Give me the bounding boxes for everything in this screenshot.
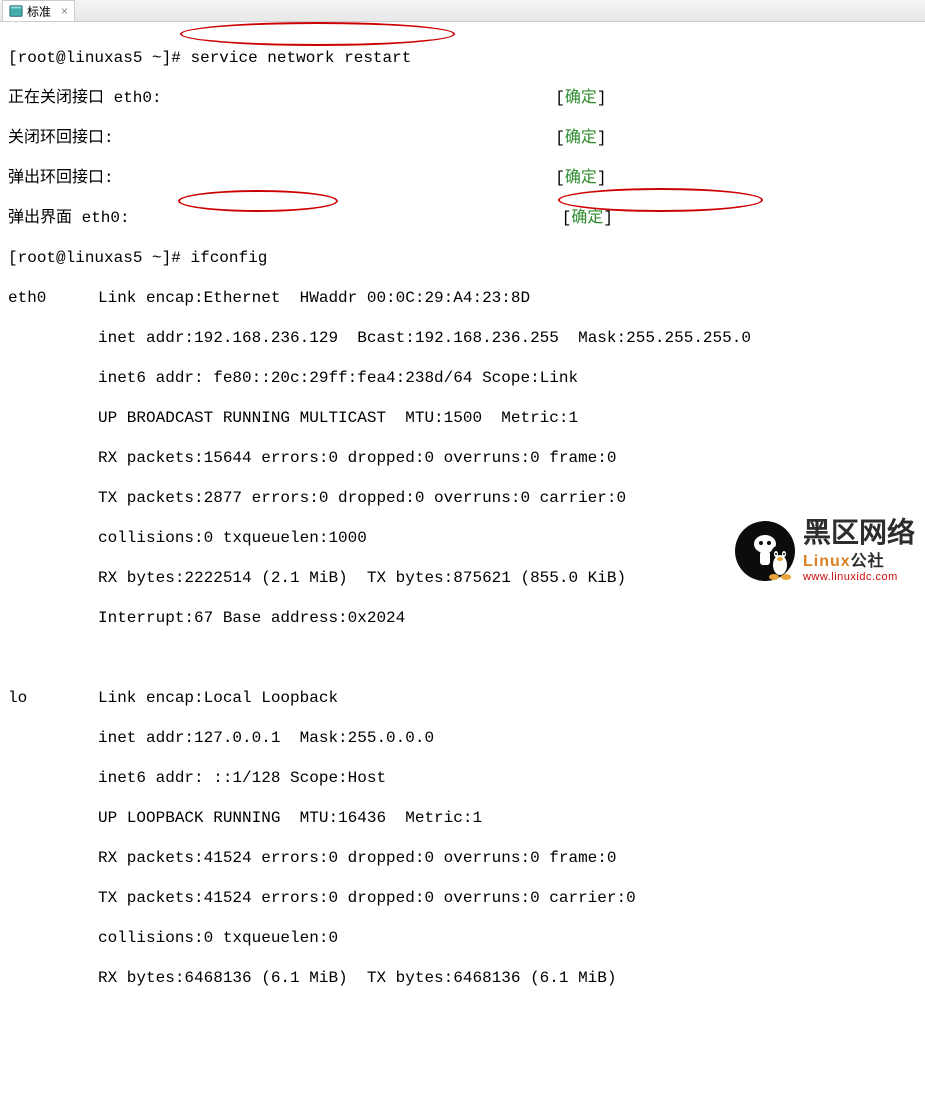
- restart-out-3: 弹出环回接口: [确定]: [8, 168, 917, 188]
- prompt-line-2: [root@linuxas5 ~]# ifconfig: [8, 248, 917, 268]
- lo-collisions: collisions:0 txqueuelen:0: [8, 928, 917, 948]
- terminal-icon: [9, 4, 23, 18]
- eth0-netmask: 255.255.255.0: [626, 329, 751, 347]
- lo-inet: inet addr:127.0.0.1 Mask:255.0.0.0: [8, 728, 917, 748]
- eth0-ip-address: 192.168.236.129: [194, 329, 338, 347]
- tab-label: 标准: [27, 3, 51, 20]
- lo-tx: TX packets:41524 errors:0 dropped:0 over…: [8, 888, 917, 908]
- watermark-text: 黑区网络 Linux公社 www.linuxidc.com: [803, 519, 915, 583]
- watermark: 黑区网络 Linux公社 www.linuxidc.com: [735, 519, 915, 583]
- lo-bytes: RX bytes:6468136 (6.1 MiB) TX bytes:6468…: [8, 968, 917, 988]
- tab-standard[interactable]: 标准 ×: [2, 0, 75, 21]
- annotation-circle-cmd: [180, 22, 455, 46]
- lo-flags: UP LOOPBACK RUNNING MTU:16436 Metric:1: [8, 808, 917, 828]
- eth0-line-1: eth0Link encap:Ethernet HWaddr 00:0C:29:…: [8, 288, 917, 308]
- prompt-line-1: [root@linuxas5 ~]# service network resta…: [8, 48, 917, 68]
- watermark-penguin-icon: [765, 543, 795, 581]
- lo-inet6: inet6 addr: ::1/128 Scope:Host: [8, 768, 917, 788]
- eth0-interrupt: Interrupt:67 Base address:0x2024: [8, 608, 917, 628]
- cmd-service-restart: service network restart: [190, 49, 411, 67]
- restart-out-2: 关闭环回接口: [确定]: [8, 128, 917, 148]
- tab-bar: 标准 ×: [0, 0, 925, 22]
- restart-out-4: 弹出界面 eth0: [确定]: [8, 208, 917, 228]
- eth0-inet6: inet6 addr: fe80::20c:29ff:fea4:238d/64 …: [8, 368, 917, 388]
- close-icon[interactable]: ×: [61, 4, 68, 18]
- eth0-tx: TX packets:2877 errors:0 dropped:0 overr…: [8, 488, 917, 508]
- cmd-ifconfig: ifconfig: [190, 249, 267, 267]
- lo-rx: RX packets:41524 errors:0 dropped:0 over…: [8, 848, 917, 868]
- eth0-inet-line: inet addr:192.168.236.129 Bcast:192.168.…: [8, 328, 917, 348]
- lo-line-1: loLink encap:Local Loopback: [8, 688, 917, 708]
- eth0-rx: RX packets:15644 errors:0 dropped:0 over…: [8, 448, 917, 468]
- restart-out-1: 正在关闭接口 eth0: [确定]: [8, 88, 917, 108]
- eth0-flags: UP BROADCAST RUNNING MULTICAST MTU:1500 …: [8, 408, 917, 428]
